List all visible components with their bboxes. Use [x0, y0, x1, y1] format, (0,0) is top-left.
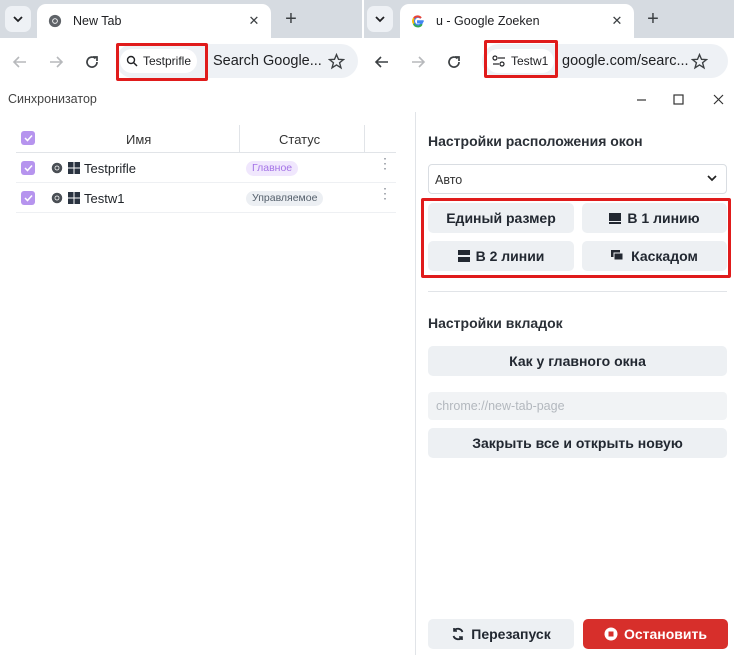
more-options-icon[interactable]: ⋮	[378, 156, 392, 170]
restart-label: Перезапуск	[471, 626, 551, 642]
tab-settings-title: Настройки вкладок	[428, 315, 563, 331]
more-options-icon[interactable]: ⋮	[378, 186, 392, 200]
row-checkbox[interactable]	[21, 161, 35, 175]
forward-button[interactable]	[44, 50, 68, 74]
windows-icon	[68, 192, 80, 207]
like-main-window-button[interactable]: Как у главного окна	[428, 346, 727, 376]
close-tab-icon[interactable]: ✕	[608, 12, 626, 30]
reload-icon	[86, 56, 98, 68]
stop-button[interactable]: Остановить	[583, 619, 728, 649]
tab-new-tab[interactable]: New Tab ✕	[37, 4, 271, 38]
column-divider	[364, 125, 365, 153]
check-icon	[23, 134, 33, 142]
arrow-left-icon	[12, 56, 26, 68]
arrow-right-icon	[50, 56, 64, 68]
forward-button[interactable]	[406, 50, 430, 74]
close-all-open-new-button[interactable]: Закрыть все и открыть новую	[428, 428, 727, 458]
tab-search-button[interactable]	[5, 6, 31, 32]
maximize-icon	[672, 93, 684, 105]
new-tab-button[interactable]: +	[279, 7, 303, 31]
select-all-checkbox[interactable]	[21, 131, 35, 145]
profile-name: Testw1	[84, 191, 125, 206]
check-icon	[23, 194, 33, 202]
check-icon	[23, 164, 33, 172]
stop-icon	[604, 627, 618, 641]
column-header-status[interactable]: Статус	[279, 132, 320, 147]
minimize-button[interactable]	[629, 89, 653, 109]
close-all-open-new-label: Закрыть все и открыть новую	[472, 435, 683, 451]
maximize-button[interactable]	[666, 89, 690, 109]
new-tab-button[interactable]: +	[641, 7, 665, 31]
chrome-icon	[51, 162, 63, 177]
bookmark-star-icon[interactable]	[324, 49, 348, 73]
stop-label: Остановить	[623, 626, 707, 642]
back-button[interactable]	[370, 50, 394, 74]
settings-pane: Настройки расположения окон Авто Единый …	[416, 112, 734, 655]
table-header: Имя Статус	[16, 125, 396, 153]
chevron-down-icon	[375, 16, 385, 23]
window-title: Синхронизатор	[8, 92, 97, 106]
table-row[interactable]: Testw1 Управляемое ⋮	[16, 183, 396, 213]
column-header-name[interactable]: Имя	[126, 132, 151, 147]
tab-strip: u - Google Zoeken ✕ +	[364, 0, 734, 38]
layout-mode-value: Авто	[435, 173, 463, 187]
layout-mode-select[interactable]: Авто	[428, 164, 727, 194]
close-button[interactable]	[706, 89, 730, 109]
row-checkbox[interactable]	[21, 191, 35, 205]
column-divider	[239, 125, 240, 153]
status-badge: Управляемое	[246, 191, 324, 206]
synchronizer-window: Синхронизатор Имя Статус Testprifle Глав…	[0, 86, 734, 655]
profile-name: Testprifle	[84, 161, 137, 176]
table-row[interactable]: Testprifle Главное ⋮	[16, 153, 396, 183]
tab-url-input[interactable]	[428, 392, 727, 420]
restart-icon	[451, 627, 465, 641]
tab-strip: New Tab ✕ +	[0, 0, 362, 38]
omnibox-text: Search Google...	[213, 53, 321, 69]
profiles-pane: Имя Статус Testprifle Главное ⋮ Testw1 У…	[0, 112, 416, 655]
highlight-box	[421, 198, 731, 278]
restart-button[interactable]: Перезапуск	[428, 619, 574, 649]
chevron-down-icon	[706, 172, 718, 187]
tab-google-search[interactable]: u - Google Zoeken ✕	[400, 4, 634, 38]
bookmark-star-icon[interactable]	[687, 49, 711, 73]
close-tab-icon[interactable]: ✕	[245, 12, 263, 30]
layout-settings-title: Настройки расположения окон	[428, 133, 643, 149]
reload-button[interactable]	[442, 50, 466, 74]
close-icon	[713, 94, 723, 104]
highlight-box	[116, 43, 208, 81]
status-badge: Главное	[246, 161, 299, 176]
google-icon	[410, 13, 426, 29]
chevron-down-icon	[13, 16, 23, 23]
like-main-window-label: Как у главного окна	[509, 353, 646, 369]
omnibox-text: google.com/searc...	[562, 53, 689, 69]
windows-icon	[68, 162, 80, 177]
chrome-icon	[47, 13, 63, 29]
reload-icon	[448, 56, 460, 68]
divider	[428, 291, 727, 292]
arrow-right-icon	[412, 56, 426, 68]
chrome-icon	[51, 192, 63, 207]
tab-title: New Tab	[73, 14, 122, 28]
tab-search-button[interactable]	[367, 6, 393, 32]
tab-title: u - Google Zoeken	[436, 14, 540, 28]
minimize-icon	[636, 98, 646, 101]
highlight-box	[484, 40, 558, 78]
back-button[interactable]	[8, 50, 32, 74]
arrow-left-icon	[374, 56, 388, 68]
reload-button[interactable]	[80, 50, 104, 74]
